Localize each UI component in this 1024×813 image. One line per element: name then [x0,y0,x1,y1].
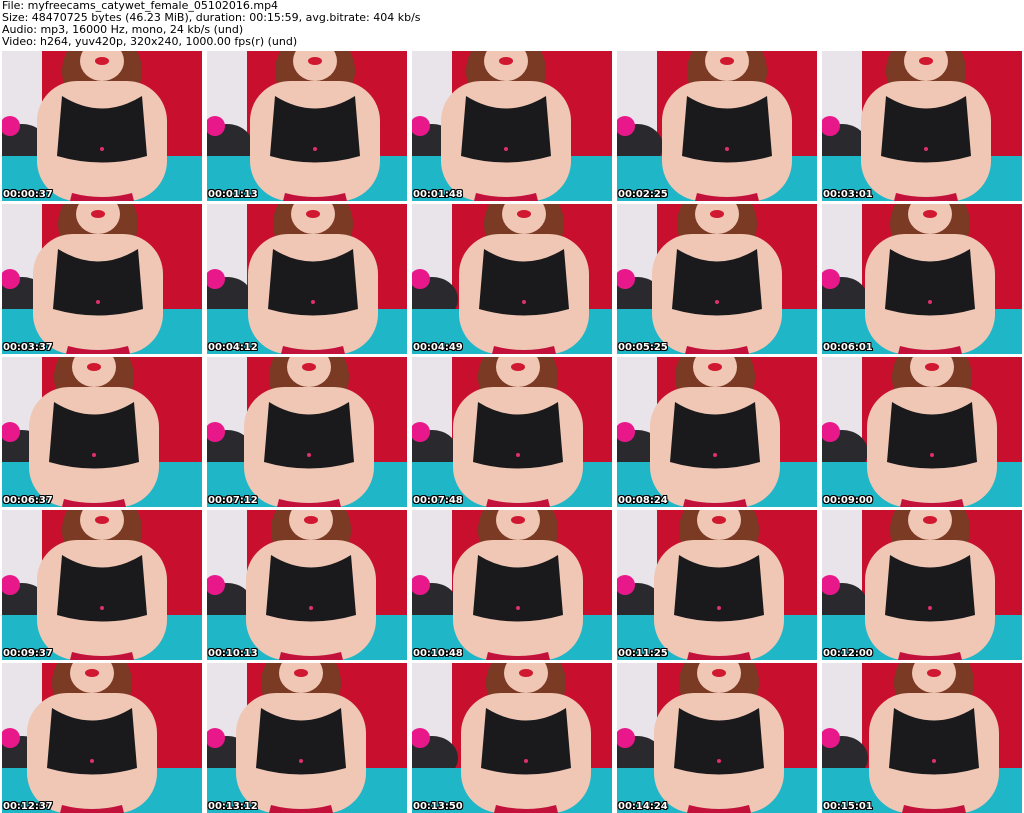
video-frame-thumbnail: 00:08:24 [617,357,817,507]
video-frame-thumbnail: 00:01:48 [412,51,612,201]
frame-timestamp: 00:10:13 [208,648,258,659]
video-frame-thumbnail: 00:04:12 [207,204,407,354]
frame-timestamp: 00:03:01 [823,189,873,200]
frame-image [822,663,1022,813]
frame-timestamp: 00:14:24 [618,801,668,812]
frame-image [207,204,407,354]
frame-image [2,510,202,660]
video-frame-thumbnail: 00:02:25 [617,51,817,201]
frame-timestamp: 00:12:37 [3,801,53,812]
frame-timestamp: 00:09:37 [3,648,53,659]
video-frame-thumbnail: 00:07:12 [207,357,407,507]
frame-timestamp: 00:08:24 [618,495,668,506]
video-frame-thumbnail: 00:14:24 [617,663,817,813]
frame-image [2,663,202,813]
frame-timestamp: 00:10:48 [413,648,463,659]
frame-image [412,51,612,201]
frame-timestamp: 00:05:25 [618,342,668,353]
video-frame-thumbnail: 00:07:48 [412,357,612,507]
frame-image [207,51,407,201]
frame-image [617,204,817,354]
frame-image [617,510,817,660]
frame-timestamp: 00:06:37 [3,495,53,506]
frame-timestamp: 00:06:01 [823,342,873,353]
frame-timestamp: 00:13:12 [208,801,258,812]
video-frame-thumbnail: 00:03:37 [2,204,202,354]
frame-image [822,510,1022,660]
video-info-line: Video: h264, yuv420p, 320x240, 1000.00 f… [2,35,298,48]
frame-timestamp: 00:03:37 [3,342,53,353]
frame-timestamp: 00:15:01 [823,801,873,812]
frame-timestamp: 00:09:00 [823,495,873,506]
frame-image [822,204,1022,354]
video-frame-thumbnail: 00:13:50 [412,663,612,813]
frame-image [412,357,612,507]
video-frame-thumbnail: 00:09:37 [2,510,202,660]
video-frame-thumbnail: 00:12:37 [2,663,202,813]
video-frame-thumbnail: 00:09:00 [822,357,1022,507]
video-frame-thumbnail: 00:06:01 [822,204,1022,354]
frame-timestamp: 00:11:25 [618,648,668,659]
frame-image [2,204,202,354]
video-frame-thumbnail: 00:03:01 [822,51,1022,201]
video-frame-thumbnail: 00:00:37 [2,51,202,201]
frame-timestamp: 00:02:25 [618,189,668,200]
frame-timestamp: 00:01:48 [413,189,463,200]
frame-timestamp: 00:13:50 [413,801,463,812]
video-frame-thumbnail: 00:13:12 [207,663,407,813]
video-frame-thumbnail: 00:05:25 [617,204,817,354]
video-frame-thumbnail: 00:15:01 [822,663,1022,813]
frame-image [822,51,1022,201]
frame-image [412,663,612,813]
video-frame-thumbnail: 00:06:37 [2,357,202,507]
frame-image [822,357,1022,507]
frame-image [207,357,407,507]
frame-timestamp: 00:00:37 [3,189,53,200]
frame-image [2,51,202,201]
video-frame-thumbnail: 00:12:00 [822,510,1022,660]
frame-image [2,357,202,507]
frame-image [207,663,407,813]
frame-image [617,357,817,507]
frame-timestamp: 00:04:12 [208,342,258,353]
frame-image [412,204,612,354]
frame-timestamp: 00:01:13 [208,189,258,200]
video-frame-thumbnail: 00:11:25 [617,510,817,660]
frame-image [412,510,612,660]
frame-timestamp: 00:07:48 [413,495,463,506]
video-frame-thumbnail: 00:04:49 [412,204,612,354]
frame-image [207,510,407,660]
video-frame-thumbnail: 00:10:48 [412,510,612,660]
frame-image [617,663,817,813]
frame-image [617,51,817,201]
thumbnail-grid: 00:00:37 00:01:13 00:01:48 00:02:25 00:03:01… [2,51,1022,813]
video-frame-thumbnail: 00:10:13 [207,510,407,660]
video-frame-thumbnail: 00:01:13 [207,51,407,201]
frame-timestamp: 00:04:49 [413,342,463,353]
frame-timestamp: 00:12:00 [823,648,873,659]
file-info-header: File: myfreecams_catywet_female_05102016… [2,0,1022,50]
frame-timestamp: 00:07:12 [208,495,258,506]
